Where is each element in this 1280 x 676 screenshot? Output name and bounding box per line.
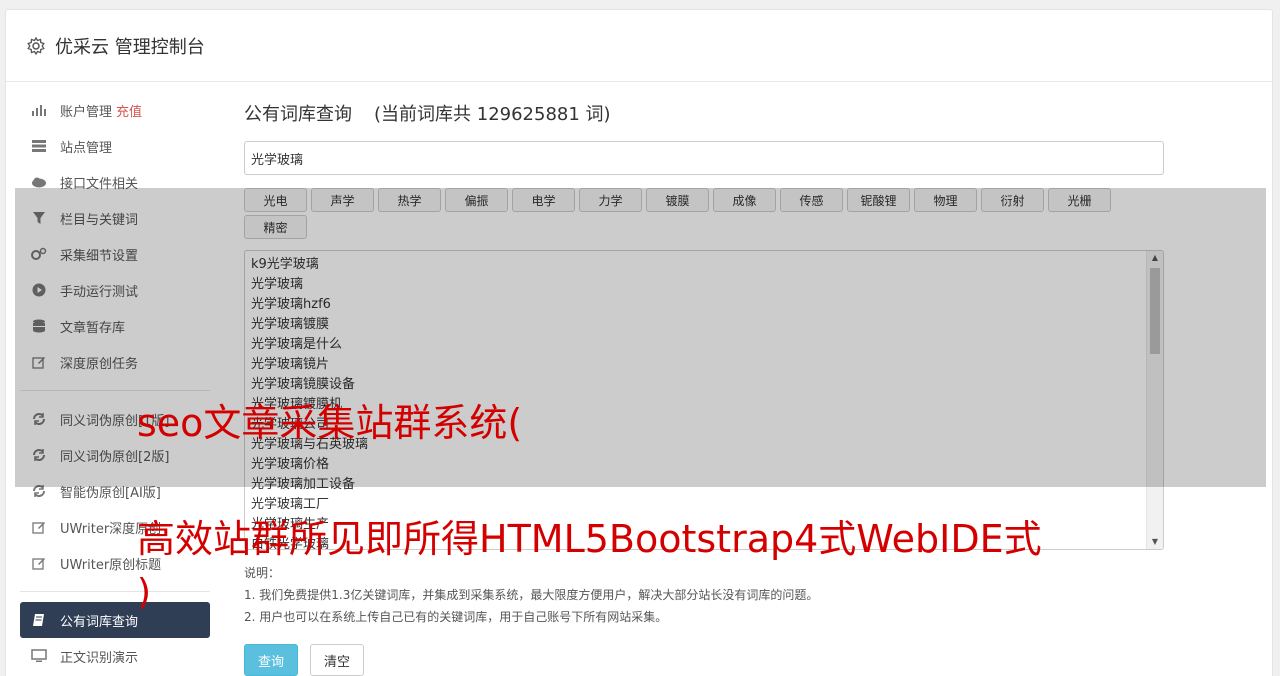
bar-chart-icon (31, 102, 47, 118)
notes-line: 2. 用户也可以在系统上传自己已有的关键词库，用于自己账号下所有网站采集。 (244, 610, 668, 624)
notes-line: 1. 我们免费提供1.3亿关键词库，并集成到采集系统，最大限度方便用户，解决大部… (244, 588, 819, 602)
search-input[interactable] (244, 141, 1164, 175)
clear-button[interactable]: 清空 (310, 644, 364, 676)
header: 优采云 管理控制台 (6, 10, 1272, 82)
scroll-down-icon[interactable]: ▼ (1147, 535, 1163, 549)
app-title: 优采云 管理控制台 (55, 36, 205, 58)
sidebar-item-label: 正文识别演示 (60, 650, 139, 666)
sidebar-item-account[interactable]: 账户管理 充值 (20, 92, 210, 128)
page-title: 公有词库查询 (当前词库共 129625881 词) (244, 100, 1164, 130)
monitor-icon (31, 648, 47, 664)
sidebar-divider (20, 591, 210, 592)
watermark-line: 高效站群所见即所得HTML5Bootstrap4式WebIDE式 (137, 517, 1042, 561)
recharge-link[interactable]: 充值 (116, 101, 142, 120)
gear-icon (27, 36, 45, 55)
sidebar-item-label: 站点管理 (60, 140, 113, 156)
server-icon (31, 138, 47, 154)
sidebar-item-sites[interactable]: 站点管理 (20, 128, 210, 164)
query-button[interactable]: 查询 (244, 644, 298, 676)
page-title-text: 公有词库查询 (244, 104, 352, 125)
edit-icon (31, 519, 47, 535)
action-buttons: 查询 清空 (244, 644, 1164, 676)
notes-heading: 说明： (244, 566, 281, 580)
sidebar-item-public-lexicon[interactable]: 公有词库查询 (20, 602, 210, 638)
sidebar-item-text-recognition[interactable]: 正文识别演示 (20, 638, 210, 674)
sidebar-item-label: 公有词库查询 (60, 614, 139, 630)
notes: 说明： 1. 我们免费提供1.3亿关键词库，并集成到采集系统，最大限度方便用户，… (244, 562, 1164, 628)
book-icon (31, 612, 47, 628)
watermark-line: seo文章采集站群系统( (137, 401, 523, 445)
edit-icon (31, 555, 47, 571)
lexicon-count: (当前词库共 129625881 词) (374, 104, 611, 125)
sidebar-item-label: 账户管理 (60, 104, 113, 120)
watermark-line: ) (137, 572, 152, 613)
